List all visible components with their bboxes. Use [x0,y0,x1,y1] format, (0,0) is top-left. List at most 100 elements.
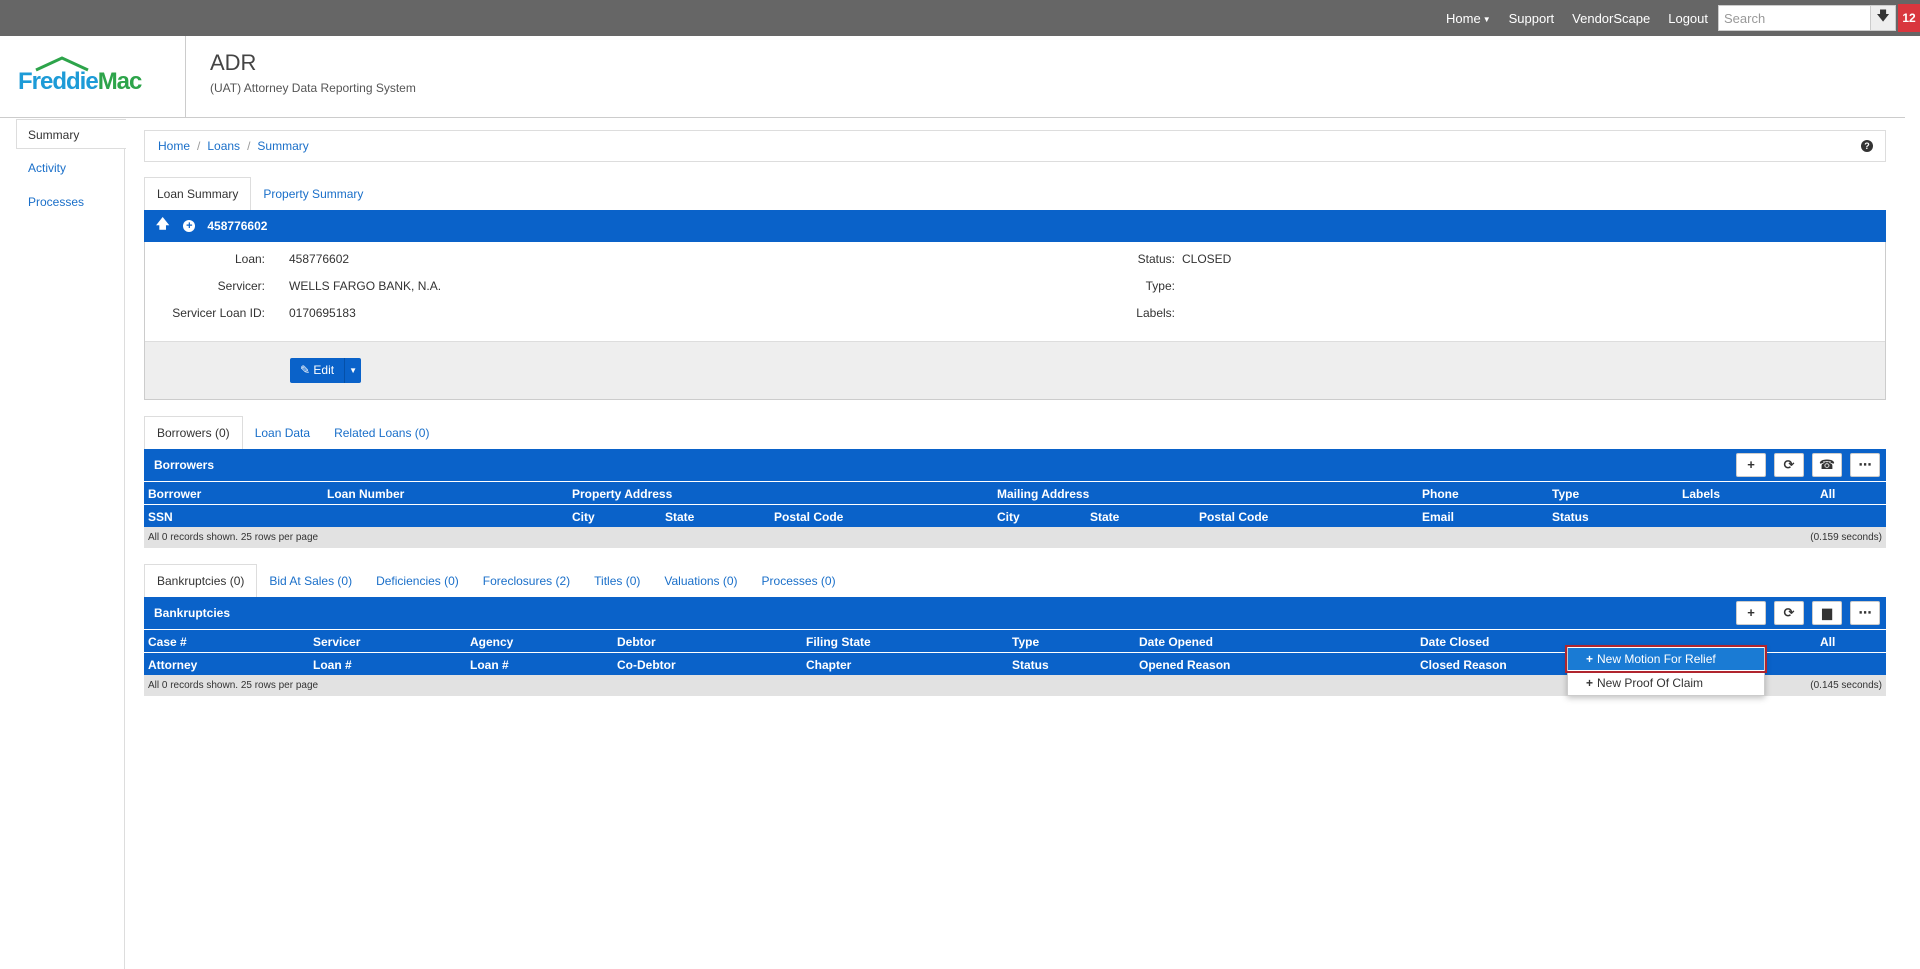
col-all[interactable]: All [1820,635,1835,649]
col-agency[interactable]: Agency [470,635,513,649]
col-type[interactable]: Type [1552,487,1579,501]
loan-link[interactable]: 458776602 [289,252,349,266]
col-mailing-state[interactable]: State [1090,510,1119,524]
borrowers-columns-row1: Borrower Loan Number Property Address Ma… [144,481,1886,504]
nav-logout[interactable]: Logout [1668,11,1708,26]
nav-support[interactable]: Support [1509,11,1555,26]
more-borrowers-button[interactable]: ⋯ [1850,453,1880,477]
col-labels[interactable]: Labels [1682,487,1720,501]
col-opened-reason[interactable]: Opened Reason [1139,658,1230,672]
add-bankruptcy-button[interactable]: + [1736,601,1766,625]
col-email[interactable]: Email [1422,510,1454,524]
loan-number-heading: 458776602 [207,219,268,233]
caret-down-icon: ▼ [349,366,358,375]
add-borrower-button[interactable]: + [1736,453,1766,477]
bankruptcies-record-count: All 0 records shown. 25 rows per page [148,680,319,691]
app-title: ADR [210,50,257,75]
col-date-closed[interactable]: Date Closed [1420,635,1489,649]
col-mailing-address[interactable]: Mailing Address [997,487,1089,501]
col-closed-reason[interactable]: Closed Reason [1420,658,1507,672]
plus-icon: + [1747,457,1755,472]
col-debtor[interactable]: Debtor [617,635,656,649]
borrowers-query-time: (0.159 seconds) [1810,532,1882,543]
col-loan-number[interactable]: Loan Number [327,487,404,501]
edit-button[interactable]: ✎ Edit [290,358,346,383]
logo-freddie: Freddie [18,68,99,95]
col-chapter[interactable]: Chapter [806,658,851,672]
tab-loan-data[interactable]: Loan Data [243,417,322,449]
plus-icon: + [1586,652,1594,666]
col-status[interactable]: Status [1012,658,1049,672]
borrowers-title: Borrowers [154,458,215,472]
col-case-number[interactable]: Case # [148,635,187,649]
tab-loan-summary[interactable]: Loan Summary [144,177,252,210]
tab-bid-at-sales[interactable]: Bid At Sales (0) [257,565,364,597]
col-agency-loan[interactable]: Loan # [470,658,509,672]
bankruptcies-query-time: (0.145 seconds) [1810,680,1882,691]
sidebar-item-summary[interactable]: Summary [16,119,126,149]
col-date-opened[interactable]: Date Opened [1139,635,1213,649]
sidebar: Summary Activity Processes [0,119,126,969]
labels-label: Labels: [1136,306,1175,320]
nav-home[interactable]: Home ▼ [1446,11,1491,26]
tab-related-loans[interactable]: Related Loans (0) [322,417,441,449]
col-ssn[interactable]: SSN [148,510,173,524]
logo-text: FreddieMac [18,68,142,96]
breadcrumb-summary[interactable]: Summary [257,139,308,153]
refresh-borrowers-button[interactable]: ⟳ [1774,453,1804,477]
col-property-state[interactable]: State [665,510,694,524]
arrow-up-icon[interactable]: 🡅 [156,215,169,237]
plus-circle-icon[interactable]: + [183,220,196,232]
col-type[interactable]: Type [1012,635,1039,649]
col-status[interactable]: Status [1552,510,1589,524]
more-bankruptcies-button[interactable]: ⋯ [1850,601,1880,625]
loan-fields: Loan: 458776602 Servicer: WELLS FARGO BA… [145,242,1885,341]
edit-dropdown-toggle[interactable]: ▼ [345,358,362,383]
top-bar: Home▼ Support VendorScape Logout 🡇 12 [0,0,1920,36]
col-co-debtor[interactable]: Co-Debtor [617,658,676,672]
nav-home-label: Home [1446,10,1481,26]
tab-valuations[interactable]: Valuations (0) [652,565,749,597]
refresh-bankruptcies-button[interactable]: ⟳ [1774,601,1804,625]
tab-processes[interactable]: Processes (0) [750,565,848,597]
folder-bankruptcies-button[interactable]: ▆ [1812,601,1842,625]
tab-borrowers[interactable]: Borrowers (0) [144,416,243,449]
col-servicer[interactable]: Servicer [313,635,360,649]
edit-label: Edit [313,363,335,377]
sidebar-item-activity[interactable]: Activity [0,153,124,183]
col-borrower[interactable]: Borrower [148,487,201,501]
search-input[interactable] [1718,5,1870,31]
col-phone[interactable]: Phone [1422,487,1459,501]
notification-badge[interactable]: 12 [1898,4,1920,32]
tab-titles[interactable]: Titles (0) [582,565,652,597]
loan-label: Loan: [234,252,265,266]
col-filing-state[interactable]: Filing State [806,635,871,649]
edit-button-group: ✎ Edit ▼ [290,358,362,383]
tab-property-summary[interactable]: Property Summary [251,178,375,210]
col-property-city[interactable]: City [572,510,595,524]
breadcrumb-loans[interactable]: Loans [207,139,240,153]
servicer-value: WELLS FARGO BANK, N.A. [289,279,442,293]
breadcrumb-home[interactable]: Home [158,139,190,153]
tab-foreclosures[interactable]: Foreclosures (2) [471,565,582,597]
search-button[interactable]: 🡇 [1870,5,1896,31]
menu-item-new-motion-for-relief[interactable]: + New Motion For Relief [1565,645,1767,673]
phone-borrowers-button[interactable]: ☎ [1812,453,1842,477]
col-property-address[interactable]: Property Address [572,487,672,501]
header-divider [185,36,186,118]
tab-deficiencies[interactable]: Deficiencies (0) [364,565,471,597]
col-attorney[interactable]: Attorney [148,658,197,672]
col-all[interactable]: All [1820,487,1835,501]
col-mailing-city[interactable]: City [997,510,1020,524]
menu-item-new-proof-of-claim[interactable]: + New Proof Of Claim [1568,672,1764,694]
nav-vendorscape[interactable]: VendorScape [1572,11,1650,26]
menu-item-label: New Proof Of Claim [1597,676,1704,690]
menu-item-label: New Motion For Relief [1597,652,1716,666]
col-servicer-loan[interactable]: Loan # [313,658,352,672]
sidebar-item-processes[interactable]: Processes [0,187,124,217]
tab-bankruptcies[interactable]: Bankruptcies (0) [144,564,258,597]
freddie-mac-logo[interactable]: FreddieMac [18,56,158,96]
col-property-postal[interactable]: Postal Code [774,510,843,524]
col-mailing-postal[interactable]: Postal Code [1199,510,1268,524]
help-icon[interactable]: ? [1861,140,1873,152]
